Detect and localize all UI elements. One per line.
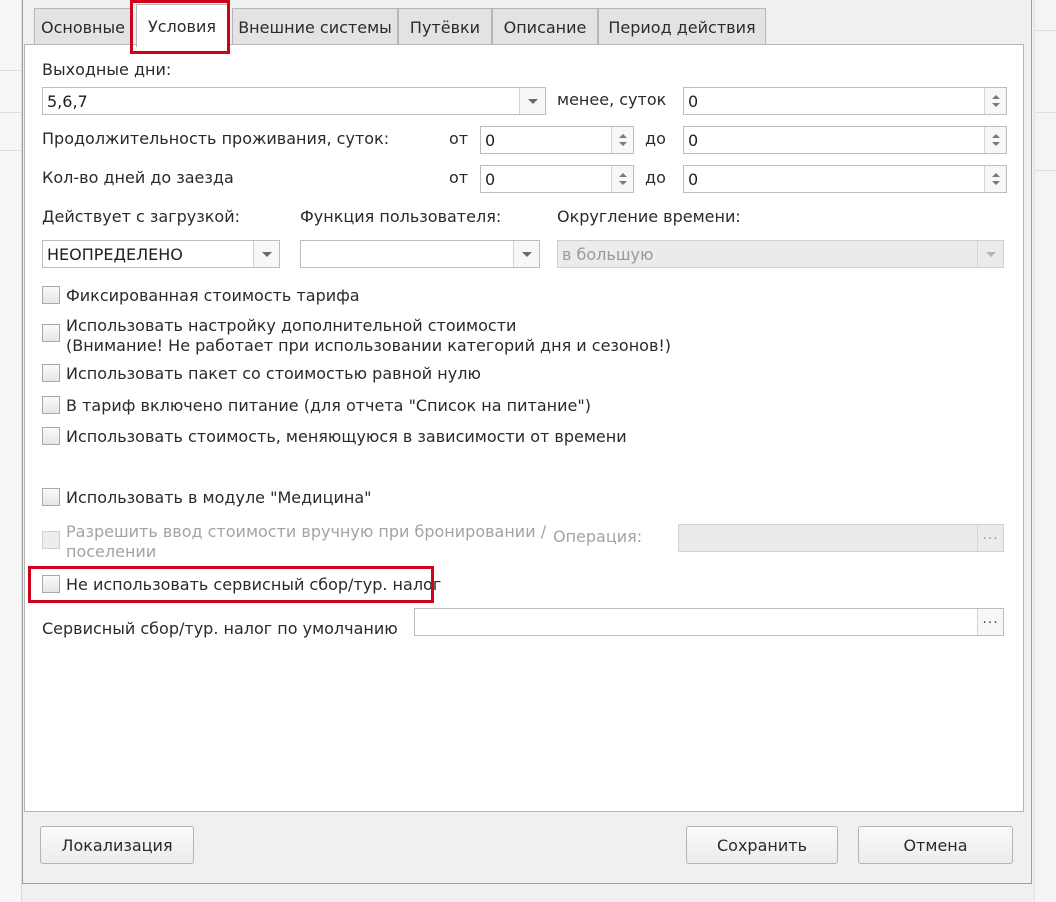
chevron-down-icon	[521, 251, 532, 257]
default-fee-browse-button[interactable]: ...	[977, 609, 1003, 635]
tab-validity-period[interactable]: Период действия	[598, 8, 766, 45]
weekends-dropdown-button[interactable]	[519, 88, 545, 114]
tab-highlight-frame	[130, 0, 230, 54]
meals-checkbox[interactable]	[42, 396, 60, 414]
weekends-value: 5,6,7	[47, 91, 88, 111]
extra-cost-label-line2[interactable]: (Внимание! Не работает при использовании…	[66, 336, 671, 356]
service-fee-highlight-frame	[28, 566, 434, 603]
days-before-from-spinner[interactable]: 0	[480, 165, 634, 193]
default-fee-label: Сервисный сбор/тур. налог по умолчанию	[42, 619, 398, 638]
ellipsis-icon: ...	[982, 527, 999, 543]
days-before-from-label: от	[449, 168, 469, 187]
days-before-label: Кол-во дней до заезда	[42, 168, 234, 187]
background-window-left	[0, 0, 22, 902]
chevron-down-icon	[261, 251, 272, 257]
tab-description[interactable]: Описание	[492, 8, 598, 45]
arrow-down-icon	[991, 181, 1000, 185]
fixed-price-checkbox[interactable]	[42, 286, 60, 304]
rounding-dropdown-button	[977, 241, 1003, 267]
extra-cost-checkbox[interactable]	[42, 324, 60, 342]
fixed-price-label[interactable]: Фиксированная стоимость тарифа	[66, 286, 360, 306]
default-fee-field[interactable]: ...	[414, 608, 1004, 636]
operation-field: ...	[678, 524, 1004, 552]
ellipsis-icon: ...	[982, 611, 999, 627]
arrow-down-icon	[618, 142, 627, 146]
rounding-combo: в большую	[557, 240, 1004, 268]
tab-vouchers[interactable]: Путёвки	[398, 8, 492, 45]
stay-from-spinner[interactable]: 0	[480, 126, 634, 154]
cancel-button[interactable]: Отмена	[858, 826, 1013, 864]
meals-label[interactable]: В тариф включено питание (для отчета "Сп…	[66, 396, 591, 416]
operation-label: Операция:	[553, 527, 643, 546]
load-mode-label: Действует с загрузкой:	[42, 207, 240, 226]
background-window-right	[1034, 0, 1056, 902]
tab-main[interactable]: Основные	[34, 8, 132, 45]
load-mode-value: НЕОПРЕДЕЛЕНО	[47, 244, 183, 264]
arrow-up-icon	[991, 95, 1000, 99]
extra-cost-label-line1[interactable]: Использовать настройку дополнительной ст…	[66, 316, 516, 336]
zero-package-label[interactable]: Использовать пакет со стоимостью равной …	[66, 364, 481, 384]
rounding-value: в большую	[562, 244, 654, 264]
medicine-checkbox[interactable]	[42, 488, 60, 506]
weekends-label: Выходные дни:	[42, 60, 172, 79]
load-mode-combo[interactable]: НЕОПРЕДЕЛЕНО	[42, 240, 280, 268]
tab-external-systems[interactable]: Внешние системы	[232, 8, 398, 45]
arrow-down-icon	[618, 181, 627, 185]
user-function-combo[interactable]	[300, 240, 540, 268]
less-days-value: 0	[688, 91, 699, 111]
days-before-to-value: 0	[688, 169, 699, 189]
weekends-combo[interactable]: 5,6,7	[42, 87, 546, 115]
time-cost-label[interactable]: Использовать стоимость, меняющуюся в зав…	[66, 427, 627, 447]
arrow-up-icon	[991, 134, 1000, 138]
manual-price-checkbox	[42, 531, 60, 549]
user-function-label: Функция пользователя:	[300, 207, 502, 226]
stay-from-value: 0	[485, 130, 496, 150]
spin-buttons[interactable]	[611, 166, 633, 192]
days-before-from-value: 0	[485, 169, 496, 189]
stay-to-spinner[interactable]: 0	[683, 126, 1007, 154]
arrow-down-icon	[991, 142, 1000, 146]
stay-to-label: до	[645, 129, 666, 148]
zero-package-checkbox[interactable]	[42, 364, 60, 382]
rounding-label: Округление времени:	[557, 207, 741, 226]
load-mode-dropdown-button[interactable]	[253, 241, 279, 267]
arrow-up-icon	[618, 173, 627, 177]
days-before-to-spinner[interactable]: 0	[683, 165, 1007, 193]
arrow-down-icon	[991, 103, 1000, 107]
spin-buttons[interactable]	[984, 127, 1006, 153]
less-days-spinner[interactable]: 0	[683, 87, 1007, 115]
manual-price-label-line2: поселении	[66, 542, 157, 561]
stay-duration-label: Продолжительность проживания, суток:	[42, 129, 390, 148]
days-before-to-label: до	[645, 168, 666, 187]
stay-to-value: 0	[688, 130, 699, 150]
time-cost-checkbox[interactable]	[42, 427, 60, 445]
spin-buttons[interactable]	[984, 88, 1006, 114]
arrow-up-icon	[991, 173, 1000, 177]
medicine-label[interactable]: Использовать в модуле "Медицина"	[66, 488, 371, 508]
operation-browse-button: ...	[977, 525, 1003, 551]
arrow-up-icon	[618, 134, 627, 138]
chevron-down-icon	[527, 98, 538, 104]
localization-button[interactable]: Локализация	[40, 826, 194, 864]
spin-buttons[interactable]	[611, 127, 633, 153]
user-function-dropdown-button[interactable]	[513, 241, 539, 267]
manual-price-label-line1: Разрешить ввод стоимости вручную при бро…	[66, 522, 547, 541]
spin-buttons[interactable]	[984, 166, 1006, 192]
stay-from-label: от	[449, 129, 469, 148]
less-days-label: менее, суток	[557, 90, 667, 109]
save-button[interactable]: Сохранить	[686, 826, 838, 864]
chevron-down-icon	[985, 251, 996, 257]
